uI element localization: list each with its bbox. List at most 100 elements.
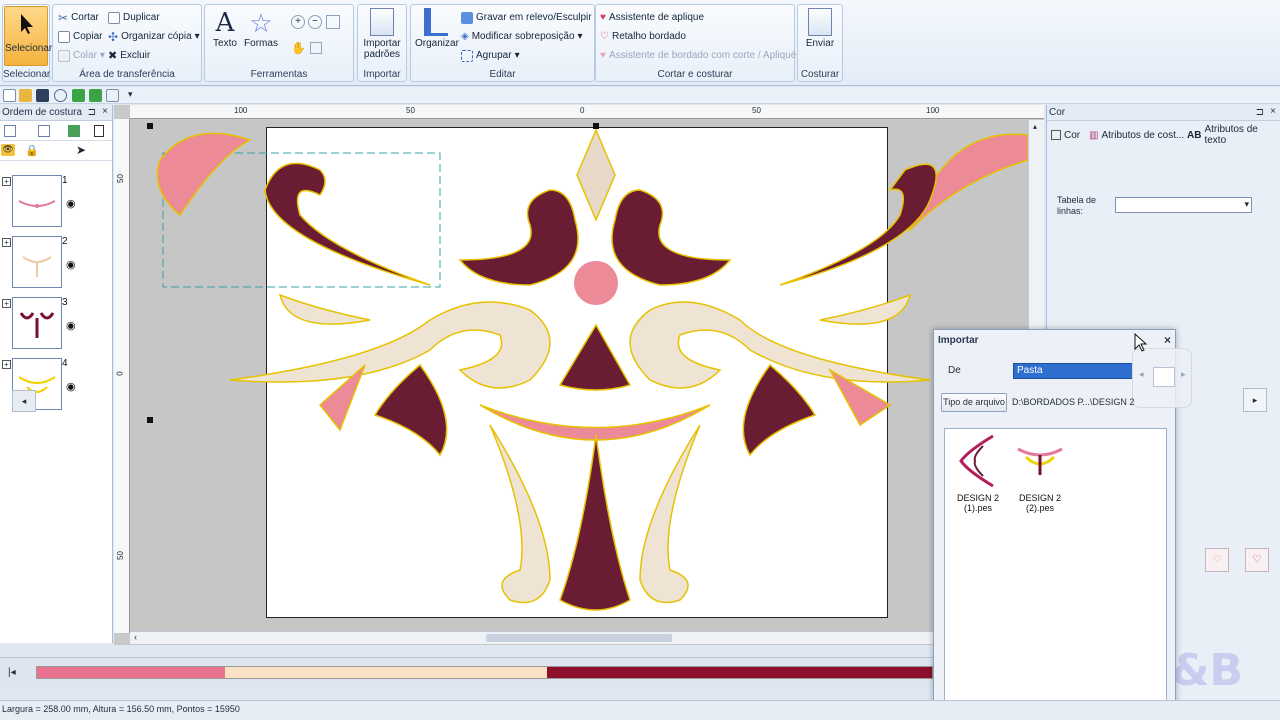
zoom-out-icon[interactable]: − bbox=[308, 15, 322, 29]
applique-wizard-button[interactable]: ♥ Assistente de aplique bbox=[600, 9, 704, 26]
sewing-order-item[interactable]: + 3 ◉ bbox=[0, 297, 113, 355]
pin-icon[interactable]: ⊐ bbox=[88, 107, 96, 118]
close-icon[interactable]: × bbox=[1270, 106, 1276, 117]
embroidery-design[interactable] bbox=[130, 120, 1028, 633]
view-eye-icon[interactable]: 👁 bbox=[1, 144, 15, 156]
pin-icon[interactable]: ⊐ bbox=[1256, 107, 1264, 118]
scroll-start-icon[interactable]: |◂ bbox=[8, 667, 16, 678]
shapes-button[interactable]: ☆ Formas bbox=[243, 8, 279, 49]
design-thumbnail bbox=[12, 236, 62, 288]
cut-button[interactable]: ✂ Cortar bbox=[58, 9, 99, 26]
send-icon bbox=[808, 8, 832, 36]
chevron-down-icon: ▾ bbox=[514, 50, 520, 61]
color-segment-cream[interactable] bbox=[224, 667, 548, 678]
embroidered-patch-label: Retalho bordado bbox=[611, 31, 686, 42]
group-icon bbox=[461, 49, 473, 62]
clipboard-group-label: Área de transferência bbox=[79, 69, 175, 80]
zoom-in-icon[interactable]: + bbox=[291, 15, 305, 29]
thumbnail-image bbox=[22, 256, 52, 277]
tab-text-attributes[interactable]: AB Atributos de texto bbox=[1187, 124, 1280, 146]
dark-swirl-center-right bbox=[611, 189, 732, 286]
color-segment-pink[interactable] bbox=[37, 667, 225, 678]
open-folder-icon[interactable] bbox=[19, 89, 32, 102]
arrange-copy-button[interactable]: ✣ Organizar cópia ▾ bbox=[108, 28, 200, 45]
close-icon[interactable]: × bbox=[102, 106, 108, 117]
thread-table-select[interactable]: ▾ bbox=[1115, 197, 1252, 213]
sewing-order-toolbar bbox=[0, 121, 112, 141]
undo-icon[interactable] bbox=[72, 89, 85, 102]
pointer-icon[interactable]: ➤ bbox=[76, 143, 86, 157]
scroll-up-arrow-icon[interactable]: ▴ bbox=[1033, 122, 1037, 131]
color-sort-icon[interactable] bbox=[68, 125, 80, 137]
eye-icon[interactable]: ◉ bbox=[66, 197, 76, 210]
modify-overlap-button[interactable]: ◈ Modificar sobreposição ▾ bbox=[461, 28, 583, 45]
layout-icon[interactable] bbox=[4, 125, 16, 137]
expand-icon[interactable]: + bbox=[2, 360, 11, 369]
file-item[interactable]: DESIGN 2 (1).pes bbox=[949, 429, 1007, 513]
import-patterns-button[interactable]: Importar padrões bbox=[360, 8, 404, 60]
send-group: Enviar Costurar bbox=[797, 4, 843, 82]
tools-group-label: Ferramentas bbox=[250, 69, 308, 80]
measure-icon[interactable] bbox=[310, 42, 322, 54]
arrow-cursor-icon bbox=[21, 14, 33, 34]
zoom-fit-icon[interactable] bbox=[326, 15, 340, 29]
tab-stitch-attributes[interactable]: ▥ Atributos de cost... bbox=[1089, 127, 1184, 143]
zoom-icon[interactable] bbox=[54, 89, 67, 102]
emboss-button[interactable]: Gravar em relevo/Esculpir▾ bbox=[461, 9, 600, 26]
embroidered-patch-button[interactable]: ♡ Retalho bordado bbox=[600, 28, 686, 45]
lock-icon[interactable]: 🔒 bbox=[25, 144, 39, 157]
redo-icon[interactable] bbox=[89, 89, 102, 102]
pan-hand-icon[interactable]: ✋ bbox=[291, 41, 306, 55]
nav-center-icon[interactable] bbox=[1153, 367, 1175, 387]
chevron-down-icon[interactable]: ▾ bbox=[128, 89, 133, 100]
close-icon[interactable]: × bbox=[1164, 333, 1171, 347]
duplicate-label: Duplicar bbox=[123, 12, 160, 23]
delete-button[interactable]: ✖ Excluir bbox=[108, 47, 150, 64]
sort-icon[interactable] bbox=[38, 125, 50, 137]
horizontal-scrollbar[interactable]: ‹ bbox=[130, 631, 1028, 644]
duplicate-button[interactable]: Duplicar bbox=[108, 9, 160, 26]
heart-pink-button[interactable]: ♡ bbox=[1245, 548, 1269, 572]
eye-icon[interactable]: ◉ bbox=[66, 258, 76, 271]
new-file-icon[interactable] bbox=[3, 89, 16, 102]
text-button[interactable]: A Texto bbox=[209, 8, 241, 49]
file-item-ext: (2).pes bbox=[1025, 503, 1054, 513]
dark-wing-right bbox=[742, 363, 817, 457]
shapes-label: Formas bbox=[244, 38, 278, 49]
pink-swirl-left bbox=[156, 132, 252, 217]
eye-icon[interactable]: ◉ bbox=[66, 380, 76, 393]
horizontal-scroll-thumb[interactable] bbox=[486, 634, 672, 642]
cutwork-wizard-button[interactable]: ♥ Assistente de bordado com corte / Apliq… bbox=[600, 47, 796, 64]
from-select[interactable]: Pasta bbox=[1013, 363, 1133, 379]
tab-color[interactable]: Cor bbox=[1051, 127, 1080, 143]
expand-icon[interactable]: + bbox=[2, 238, 11, 247]
file-type-button[interactable]: Tipo de arquivo bbox=[941, 393, 1007, 412]
group-button[interactable]: Agrupar ▾ bbox=[461, 47, 520, 64]
scroll-left-button[interactable]: ◂ bbox=[12, 390, 36, 412]
scroll-left-arrow-icon[interactable]: ‹ bbox=[134, 632, 137, 642]
print-icon[interactable] bbox=[106, 89, 119, 102]
cut-sew-group: ♥ Assistente de aplique ♡ Retalho bordado … bbox=[595, 4, 796, 82]
design-workarea[interactable] bbox=[130, 120, 1028, 633]
sewing-order-item[interactable]: + 2 ◉ bbox=[0, 236, 113, 294]
color-segment-burgundy[interactable] bbox=[547, 667, 932, 678]
frame-icon[interactable] bbox=[94, 125, 104, 137]
expand-icon[interactable]: + bbox=[2, 299, 11, 308]
heart-thread-button[interactable]: ♡ bbox=[1205, 548, 1229, 572]
paste-button[interactable]: Colar ▾ bbox=[58, 47, 105, 64]
dark-swirl-right bbox=[779, 163, 937, 286]
nav-right-icon[interactable]: ▸ bbox=[1181, 369, 1186, 380]
arrange-button[interactable]: Organizar bbox=[415, 8, 459, 49]
nav-left-icon[interactable]: ◂ bbox=[1139, 369, 1144, 380]
copy-button[interactable]: Copiar bbox=[58, 28, 102, 45]
select-button[interactable]: Selecionar bbox=[4, 6, 52, 66]
expand-icon[interactable]: + bbox=[2, 177, 11, 186]
next-arrow-button[interactable]: ▸ bbox=[1243, 388, 1267, 412]
sewing-order-item[interactable]: + 1 ◉ bbox=[0, 175, 113, 233]
cream-lower-right bbox=[639, 424, 701, 604]
save-icon[interactable] bbox=[36, 89, 49, 102]
eye-icon[interactable]: ◉ bbox=[66, 319, 76, 332]
send-button[interactable]: Enviar bbox=[800, 8, 840, 49]
emboss-icon bbox=[461, 11, 473, 24]
file-item[interactable]: DESIGN 2 (2).pes bbox=[1011, 429, 1069, 513]
